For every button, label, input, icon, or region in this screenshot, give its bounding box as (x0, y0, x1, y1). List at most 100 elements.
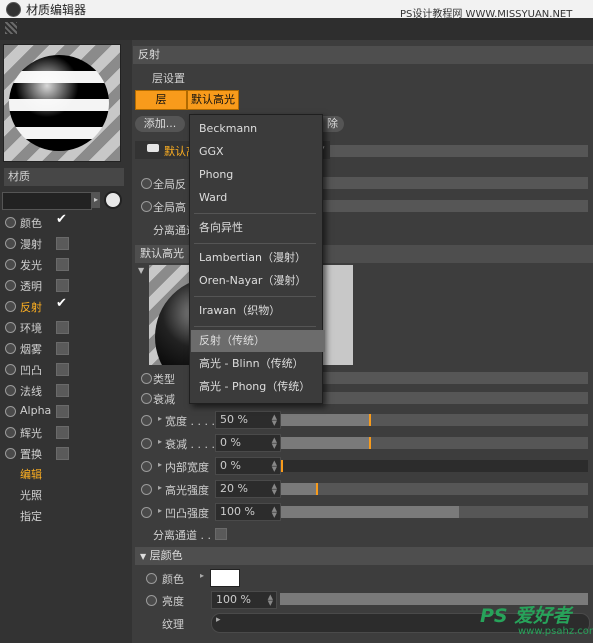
keyframe-radio[interactable] (141, 201, 152, 212)
brightness-field[interactable]: 100 % ▲ ▼ (211, 591, 277, 609)
param-slider[interactable] (281, 483, 588, 495)
texture-arrow-icon[interactable]: ▸ (216, 615, 221, 625)
keyframe-radio[interactable] (141, 373, 152, 384)
param-slider-marker[interactable] (315, 483, 318, 495)
channel-checkbox[interactable]: ✔ (56, 296, 67, 311)
stepper-icon[interactable]: ▲ ▼ (272, 506, 277, 519)
default-highlight-tab[interactable]: 默认高光 (187, 90, 239, 110)
channel-item[interactable]: 透明 (0, 275, 130, 296)
channel-item[interactable]: 烟雾 (0, 338, 130, 359)
stepper-icon[interactable]: ▲ ▼ (268, 594, 273, 607)
param-slider-marker[interactable] (369, 437, 371, 449)
layer-strength-slider[interactable] (330, 145, 588, 157)
sidebar-sub-item[interactable]: 编辑 (20, 466, 42, 482)
separate-pass-checkbox[interactable] (215, 528, 227, 540)
channel-radio[interactable] (5, 448, 16, 459)
menu-item[interactable]: Ward (191, 187, 325, 209)
stepper-icon[interactable]: ▲ ▼ (272, 460, 277, 473)
stepper-icon[interactable]: ▲ ▼ (272, 437, 277, 450)
channel-checkbox[interactable] (56, 447, 69, 460)
channel-item[interactable]: 凹凸 (0, 359, 130, 380)
channel-checkbox[interactable] (56, 279, 69, 292)
color-expand-icon[interactable]: ▸ (200, 571, 204, 580)
param-value-field[interactable]: 0 % ▲ ▼ (215, 434, 281, 452)
stepper-icon[interactable]: ▲ ▼ (272, 414, 277, 427)
stepper-icon[interactable]: ▲ ▼ (272, 483, 277, 496)
channel-radio[interactable] (5, 280, 16, 291)
menu-item[interactable]: 各向异性 (191, 217, 325, 239)
channel-radio[interactable] (5, 343, 16, 354)
collapse-icon[interactable]: ▼ (140, 552, 146, 561)
attenuation-select[interactable] (320, 392, 588, 404)
channel-item[interactable]: Alpha (0, 401, 130, 422)
type-select[interactable] (320, 372, 588, 384)
expand-arrow-icon[interactable]: ▸ (158, 414, 162, 423)
menu-item[interactable]: 高光 - Blinn（传统） (191, 353, 325, 375)
channel-checkbox[interactable] (56, 363, 69, 376)
menu-item[interactable]: Lambertian（漫射） (191, 247, 325, 269)
expand-arrow-icon[interactable]: ▸ (158, 483, 162, 492)
channel-checkbox[interactable] (56, 258, 69, 271)
channel-checkbox[interactable] (56, 342, 69, 355)
channel-checkbox[interactable]: ✔ (56, 212, 67, 227)
keyframe-radio[interactable] (141, 178, 152, 189)
channel-radio[interactable] (5, 217, 16, 228)
channel-checkbox[interactable] (56, 405, 69, 418)
collapse-icon[interactable]: ▼ (138, 266, 144, 275)
param-slider[interactable] (281, 437, 588, 449)
channel-checkbox[interactable] (56, 237, 69, 250)
menu-item[interactable]: Irawan（织物） (191, 300, 325, 322)
channel-radio[interactable] (5, 301, 16, 312)
keyframe-radio[interactable] (141, 484, 152, 495)
keyframe-radio[interactable] (141, 438, 152, 449)
channel-item[interactable]: 发光 (0, 254, 130, 275)
keyframe-radio[interactable] (141, 507, 152, 518)
global-reflect-slider[interactable] (320, 177, 588, 189)
picker-icon[interactable] (104, 191, 122, 209)
channel-radio[interactable] (5, 427, 16, 438)
global-highlight-slider[interactable] (320, 200, 588, 212)
menu-item[interactable]: 高光 - Phong（传统） (191, 376, 325, 398)
param-slider[interactable] (281, 460, 588, 472)
channel-radio[interactable] (5, 322, 16, 333)
param-slider-marker[interactable] (281, 460, 283, 472)
param-value-field[interactable]: 0 % ▲ ▼ (215, 457, 281, 475)
channel-checkbox[interactable] (56, 426, 69, 439)
param-slider[interactable] (281, 506, 588, 518)
param-slider[interactable] (281, 414, 588, 426)
param-value-field[interactable]: 50 % ▲ ▼ (215, 411, 281, 429)
material-name-field[interactable] (2, 192, 92, 210)
channel-radio[interactable] (5, 259, 16, 270)
menu-item[interactable]: GGX (191, 141, 325, 163)
color-swatch[interactable] (210, 569, 240, 587)
channel-item[interactable]: 漫射 (0, 233, 130, 254)
eye-icon[interactable] (147, 144, 159, 152)
channel-item[interactable]: 颜色 ✔ (0, 212, 130, 233)
layer-tab[interactable]: 层 (135, 90, 187, 110)
channel-checkbox[interactable] (56, 384, 69, 397)
name-arrow-icon[interactable]: ▸ (92, 192, 100, 208)
keyframe-radio[interactable] (146, 595, 157, 606)
channel-radio[interactable] (5, 385, 16, 396)
param-value-field[interactable]: 20 % ▲ ▼ (215, 480, 281, 498)
channel-radio[interactable] (5, 238, 16, 249)
material-preview[interactable] (3, 44, 121, 162)
keyframe-radio[interactable] (141, 393, 152, 404)
menu-item[interactable]: Phong (191, 164, 325, 186)
param-slider-marker[interactable] (369, 414, 371, 426)
menu-item[interactable]: Beckmann (191, 118, 325, 140)
expand-arrow-icon[interactable]: ▸ (158, 460, 162, 469)
add-layer-button[interactable]: 添加... (135, 116, 185, 132)
menu-item[interactable]: 反射（传统） (191, 330, 325, 352)
menu-item[interactable]: Oren-Nayar（漫射） (191, 270, 325, 292)
channel-radio[interactable] (5, 364, 16, 375)
sidebar-sub-item[interactable]: 指定 (20, 508, 42, 524)
channel-radio[interactable] (5, 406, 16, 417)
expand-arrow-icon[interactable]: ▸ (158, 506, 162, 515)
keyframe-radio[interactable] (146, 573, 157, 584)
channel-checkbox[interactable] (56, 321, 69, 334)
channel-item[interactable]: 环境 (0, 317, 130, 338)
sidebar-sub-item[interactable]: 光照 (20, 487, 42, 503)
channel-item[interactable]: 法线 (0, 380, 130, 401)
keyframe-radio[interactable] (141, 415, 152, 426)
